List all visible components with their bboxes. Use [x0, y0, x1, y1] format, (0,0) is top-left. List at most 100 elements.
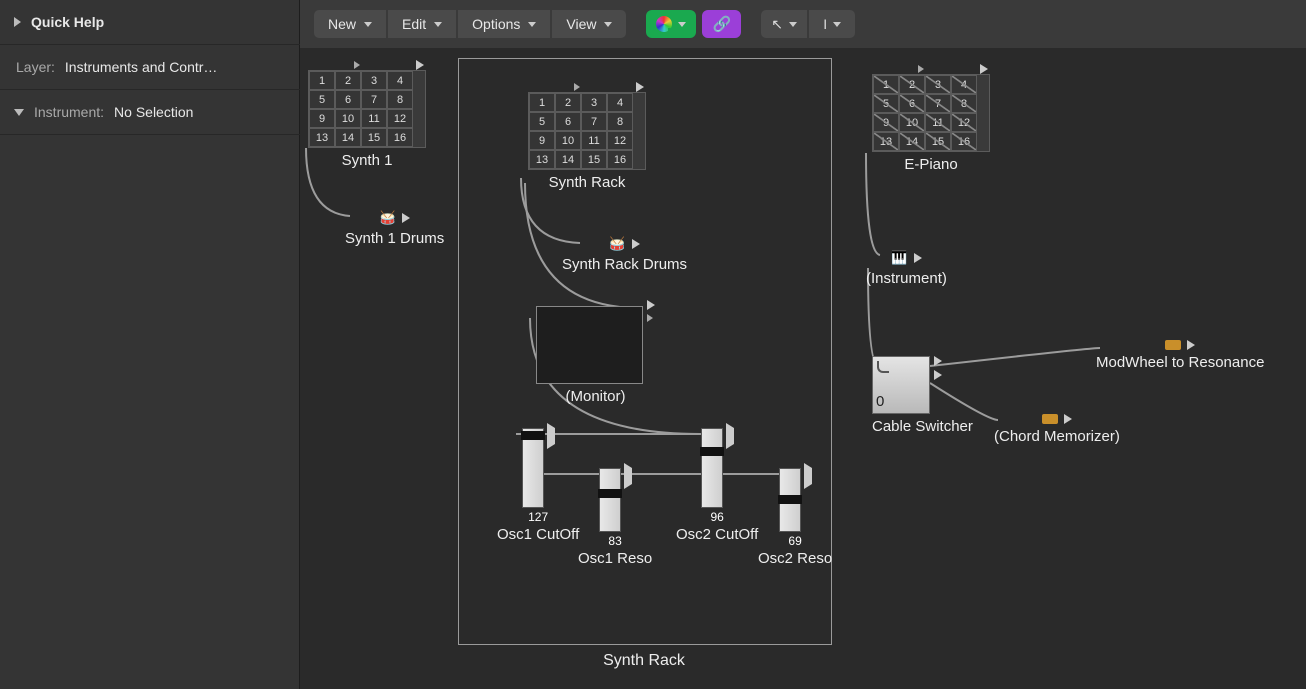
channel-cell[interactable]: 2: [899, 75, 925, 94]
node-cable-switcher[interactable]: 0 Cable Switcher: [872, 356, 973, 435]
monitor-box[interactable]: [536, 306, 643, 384]
channel-cell[interactable]: 15: [581, 150, 607, 169]
channel-cell[interactable]: 5: [529, 112, 555, 131]
node-label: E-Piano: [872, 156, 990, 173]
channel-cell[interactable]: 9: [873, 113, 899, 132]
channel-cell[interactable]: 6: [555, 112, 581, 131]
channel-cell[interactable]: 12: [607, 131, 633, 150]
node-instrument[interactable]: 🎹 (Instrument): [866, 250, 947, 287]
node-synth-rack-drums[interactable]: 🥁 Synth Rack Drums: [562, 236, 687, 273]
channel-cell[interactable]: 2: [555, 93, 581, 112]
fader-knob[interactable]: [700, 447, 724, 456]
color-palette-button[interactable]: [646, 10, 696, 38]
channel-cell[interactable]: 3: [581, 93, 607, 112]
channel-cell[interactable]: 7: [581, 112, 607, 131]
channel-cell[interactable]: 13: [309, 128, 335, 147]
channel-cell[interactable]: 8: [387, 90, 413, 109]
fader-osc1-reso[interactable]: 83 Osc1 Reso: [578, 468, 652, 567]
node-monitor[interactable]: (Monitor): [536, 306, 655, 405]
options-menu[interactable]: Options: [458, 10, 550, 38]
channel-cell[interactable]: 10: [899, 113, 925, 132]
view-label: View: [566, 16, 596, 32]
channel-cell[interactable]: 13: [873, 132, 899, 151]
instrument-value: No Selection: [114, 104, 193, 120]
channel-cell[interactable]: 6: [899, 94, 925, 113]
channel-cell[interactable]: 9: [309, 109, 335, 128]
fader-label: Osc2 CutOff: [676, 526, 758, 543]
chord-icon: [1042, 414, 1058, 424]
fader-knob[interactable]: [598, 489, 622, 498]
channel-cell[interactable]: 15: [925, 132, 951, 151]
output-icon: [934, 356, 942, 366]
channel-cell[interactable]: 7: [925, 94, 951, 113]
channel-cell[interactable]: 2: [335, 71, 361, 90]
channel-cell[interactable]: 7: [361, 90, 387, 109]
node-epiano[interactable]: 12345678910111213141516 E-Piano: [872, 64, 990, 173]
link-button[interactable]: 🔗: [702, 10, 741, 38]
channel-cell[interactable]: 8: [951, 94, 977, 113]
link-icon: 🔗: [712, 15, 731, 33]
channel-cell[interactable]: 4: [387, 71, 413, 90]
channel-cell[interactable]: 14: [555, 150, 581, 169]
channel-cell[interactable]: 6: [335, 90, 361, 109]
channel-cell[interactable]: 11: [581, 131, 607, 150]
node-chord-memorizer[interactable]: (Chord Memorizer): [994, 414, 1120, 445]
output-icon: [632, 239, 640, 249]
channel-grid[interactable]: 12345678910111213141516: [528, 92, 646, 170]
channel-cell[interactable]: 12: [951, 113, 977, 132]
chevron-down-icon: [678, 22, 686, 27]
channel-cell[interactable]: 9: [529, 131, 555, 150]
instrument-row[interactable]: Instrument: No Selection: [0, 90, 300, 135]
node-synth-rack[interactable]: 12345678910111213141516 Synth Rack: [528, 82, 646, 191]
channel-cell[interactable]: 1: [309, 71, 335, 90]
channel-cell[interactable]: 13: [529, 150, 555, 169]
edit-menu[interactable]: Edit: [388, 10, 456, 38]
fader-osc2-reso[interactable]: 69 Osc2 Reso: [758, 468, 832, 567]
fader-osc1-cutoff[interactable]: 127 Osc1 CutOff: [497, 428, 579, 543]
fader-track[interactable]: [599, 468, 621, 532]
channel-cell[interactable]: 8: [607, 112, 633, 131]
channel-cell[interactable]: 11: [361, 109, 387, 128]
channel-cell[interactable]: 4: [607, 93, 633, 112]
fader-track[interactable]: [779, 468, 801, 532]
channel-cell[interactable]: 3: [361, 71, 387, 90]
channel-cell[interactable]: 14: [335, 128, 361, 147]
channel-cell[interactable]: 3: [925, 75, 951, 94]
layer-value: Instruments and Contr…: [65, 59, 218, 75]
text-tool[interactable]: I: [809, 10, 855, 38]
cable-switcher-box[interactable]: 0: [872, 356, 930, 414]
node-modwheel[interactable]: ModWheel to Resonance: [1096, 340, 1264, 371]
pointer-tool[interactable]: ↖: [761, 10, 807, 38]
channel-cell[interactable]: 15: [361, 128, 387, 147]
channel-cell[interactable]: 4: [951, 75, 977, 94]
fader-osc2-cutoff[interactable]: 96 Osc2 CutOff: [676, 428, 758, 543]
fader-track[interactable]: [701, 428, 723, 508]
environment-canvas[interactable]: 12345678910111213141516 Synth 1 🥁 Synth …: [300, 48, 1306, 689]
new-menu[interactable]: New: [314, 10, 386, 38]
view-menu[interactable]: View: [552, 10, 626, 38]
channel-grid[interactable]: 12345678910111213141516: [872, 74, 990, 152]
channel-grid[interactable]: 12345678910111213141516: [308, 70, 426, 148]
node-label: (Instrument): [866, 270, 947, 287]
node-synth1-drums[interactable]: 🥁 Synth 1 Drums: [345, 210, 444, 247]
channel-cell[interactable]: 16: [607, 150, 633, 169]
channel-cell[interactable]: 16: [387, 128, 413, 147]
fader-value: 83: [608, 534, 621, 548]
channel-cell[interactable]: 1: [529, 93, 555, 112]
channel-cell[interactable]: 10: [335, 109, 361, 128]
channel-cell[interactable]: 16: [951, 132, 977, 151]
quick-help-row[interactable]: Quick Help: [0, 0, 300, 45]
channel-cell[interactable]: 12: [387, 109, 413, 128]
node-synth1[interactable]: 12345678910111213141516 Synth 1: [308, 60, 426, 169]
channel-cell[interactable]: 5: [309, 90, 335, 109]
layer-row[interactable]: Layer: Instruments and Contr…: [0, 45, 300, 90]
fader-track[interactable]: [522, 428, 544, 508]
node-label: Synth 1 Drums: [345, 230, 444, 247]
channel-cell[interactable]: 5: [873, 94, 899, 113]
fader-knob[interactable]: [778, 495, 802, 504]
fader-knob[interactable]: [521, 431, 545, 440]
channel-cell[interactable]: 14: [899, 132, 925, 151]
channel-cell[interactable]: 11: [925, 113, 951, 132]
channel-cell[interactable]: 10: [555, 131, 581, 150]
channel-cell[interactable]: 1: [873, 75, 899, 94]
